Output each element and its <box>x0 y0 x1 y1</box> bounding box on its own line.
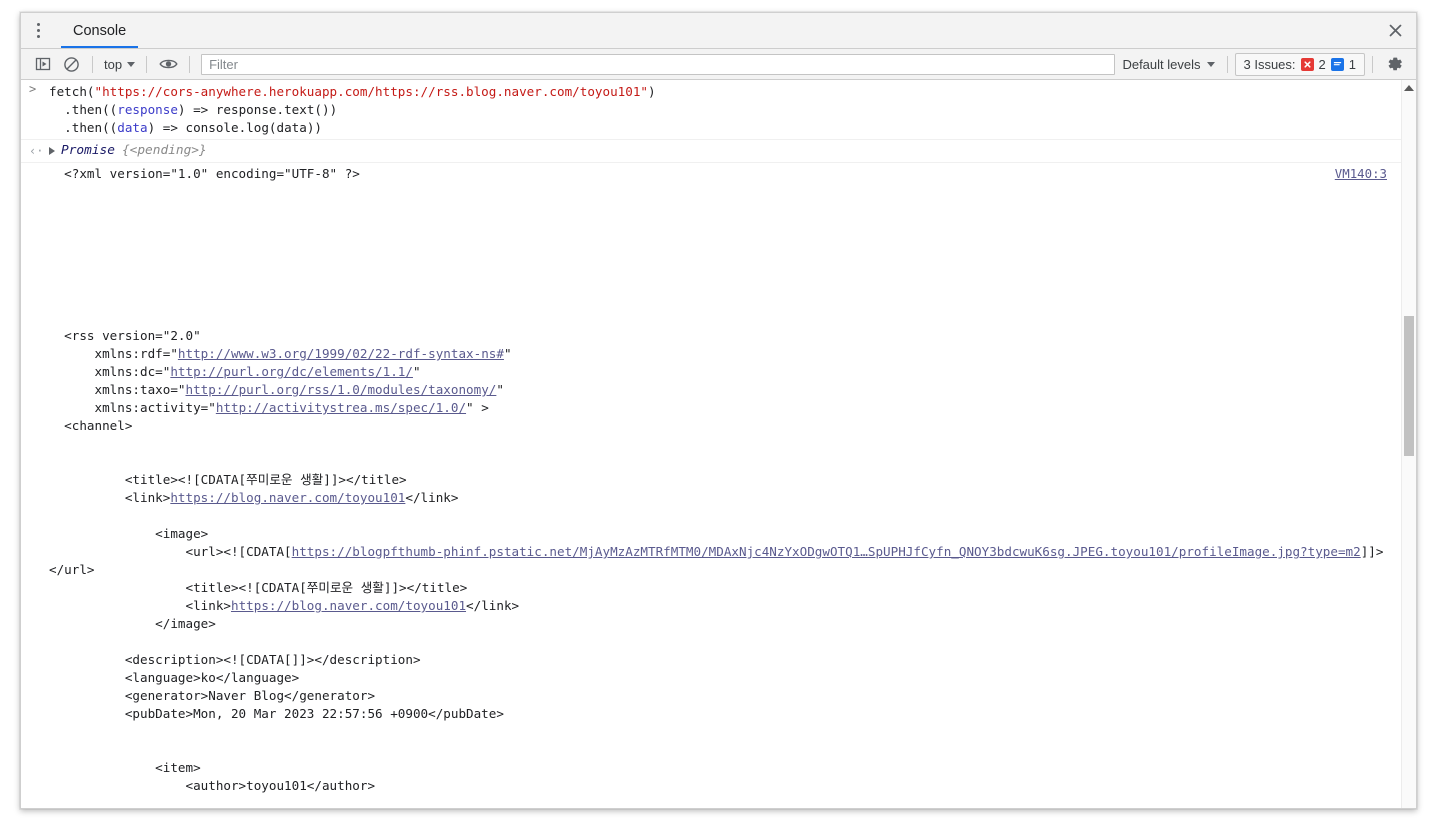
command-prompt-icon: > <box>29 82 37 96</box>
console-toolbar: top Default levels 3 Issues: 2 <box>21 49 1416 80</box>
output-url-link[interactable]: http://activitystrea.ms/spec/1.0/ <box>216 400 466 415</box>
eye-icon <box>158 59 178 69</box>
scroll-up-arrow-icon <box>1404 84 1414 91</box>
log-levels-label: Default levels <box>1122 56 1201 72</box>
issues-button[interactable]: 3 Issues: 2 1 <box>1234 52 1365 76</box>
output-url-link[interactable]: https://blog.naver.com/toyou101 <box>231 598 466 613</box>
output-text: </link> </image> <description><![CDATA[]… <box>124 598 520 793</box>
code-token-plain: fetch( <box>49 84 95 99</box>
issues-label: 3 Issues: <box>1243 56 1296 72</box>
tabstrip-spacer <box>144 13 1374 48</box>
message-divider <box>21 162 1401 163</box>
error-badge-icon <box>1300 57 1314 71</box>
scrollbar-thumb[interactable] <box>1404 316 1414 456</box>
close-button[interactable] <box>1374 13 1416 48</box>
message-divider <box>21 139 1401 140</box>
result-arrow-icon: ‹· <box>29 144 44 158</box>
sidebar-panel-icon <box>35 57 51 71</box>
console-scrollbar[interactable] <box>1401 80 1416 808</box>
code-token-plain: ) => console.log(data)) <box>147 120 322 135</box>
promise-state-value: {<pending>} <box>121 143 207 158</box>
message-lines-icon <box>1333 61 1341 65</box>
code-token-var: data <box>117 120 148 135</box>
gear-icon <box>1388 57 1402 71</box>
devtools-window: Console top Filter Default levels 3 Issu… <box>20 12 1417 809</box>
info-badge-icon <box>1330 57 1344 71</box>
code-token-plain: ) <box>648 84 656 99</box>
code-token-plain: .then(( <box>49 120 118 135</box>
toolbar-divider <box>1226 55 1228 73</box>
issues-info-count: 1 <box>1348 56 1356 72</box>
output-url-link[interactable]: http://purl.org/dc/elements/1.1/ <box>170 364 413 379</box>
output-url-link[interactable]: https://blog.naver.com/toyou101 <box>170 490 405 505</box>
output-url-link[interactable]: https://blogpfthumb-phinf.pstatic.net/Mj… <box>292 544 1361 559</box>
promise-constructor-name: Promise <box>61 143 115 158</box>
issues-error-count: 2 <box>1318 56 1326 72</box>
console-message-list: > fetch("https://cors-anywhere.herokuapp… <box>21 80 1401 808</box>
chevron-down-icon <box>1206 61 1215 67</box>
promise-preview[interactable]: Promise {<pending>} <box>49 142 1391 160</box>
command-source: fetch("https://cors-anywhere.herokuapp.c… <box>49 83 1391 137</box>
expand-triangle-icon[interactable] <box>49 147 55 155</box>
log-levels-selector[interactable]: Default levels <box>1117 55 1219 74</box>
execution-context-selector[interactable]: top <box>100 55 139 74</box>
console-settings-button[interactable] <box>1380 51 1410 77</box>
code-token-str: "https://cors-anywhere.herokuapp.com/htt… <box>94 84 649 99</box>
toolbar-divider <box>146 55 148 73</box>
console-result-message[interactable]: ‹· Promise {<pending>} <box>21 142 1401 160</box>
tab-console-label: Console <box>73 22 127 39</box>
source-location-link[interactable]: VM140:3 <box>1335 165 1387 183</box>
tabstrip: Console <box>21 13 1416 49</box>
console-body: > fetch("https://cors-anywhere.herokuapp… <box>21 80 1416 808</box>
toolbar-divider <box>92 55 93 73</box>
more-options-icon[interactable] <box>21 13 55 48</box>
chevron-down-icon <box>127 61 136 67</box>
live-expression-button[interactable] <box>154 52 182 76</box>
xml-output: <?xml version="1.0" encoding="UTF-8" ?> … <box>49 165 1391 795</box>
toolbar-divider <box>189 55 191 73</box>
console-log-message[interactable]: VM140:3 <?xml version="1.0" encoding="UT… <box>21 165 1401 795</box>
tab-console[interactable]: Console <box>55 13 144 48</box>
output-url-link[interactable]: http://purl.org/rss/1.0/modules/taxonomy… <box>186 382 497 397</box>
code-token-plain: ) => response.text()) <box>177 102 338 117</box>
output-url-link[interactable]: http://www.w3.org/1999/02/22-rdf-syntax-… <box>178 346 504 361</box>
code-token-var: response <box>117 102 178 117</box>
console-command-message[interactable]: > fetch("https://cors-anywhere.herokuapp… <box>21 80 1401 137</box>
error-x-icon <box>1303 60 1311 68</box>
output-text: <?xml version="1.0" encoding="UTF-8" ?> … <box>64 166 360 361</box>
clear-console-icon <box>63 56 79 72</box>
scroll-up-button[interactable] <box>1402 80 1416 95</box>
code-token-plain: .then(( <box>49 102 118 117</box>
sidebar-toggle-button[interactable] <box>29 52 57 76</box>
execution-context-value: top <box>104 56 123 72</box>
toolbar-divider <box>1372 55 1373 73</box>
close-icon <box>1389 24 1401 37</box>
filter-input[interactable] <box>201 53 1116 75</box>
clear-console-button[interactable] <box>57 52 85 76</box>
